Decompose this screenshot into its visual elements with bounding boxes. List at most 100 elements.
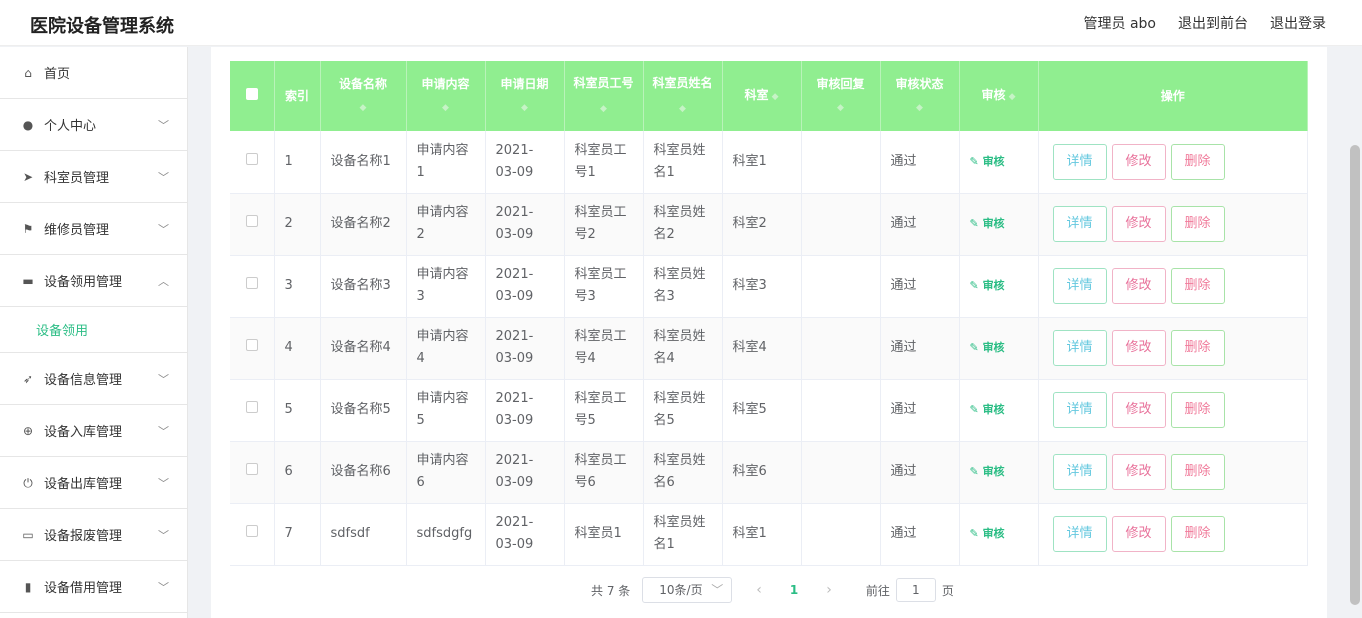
sidebar-item-label: 科室员管理	[44, 171, 110, 186]
detail-button[interactable]: 详情	[1052, 392, 1107, 428]
goto-page-input[interactable]: 1	[895, 578, 936, 602]
sort-icon[interactable]: ◆	[916, 103, 923, 113]
edit-button[interactable]: 修改	[1111, 330, 1166, 366]
row-checkbox[interactable]	[230, 441, 275, 504]
col-audit-reply[interactable]: 审核回复 ◆	[801, 61, 881, 131]
sidebar-item-label: 个人中心	[44, 119, 97, 134]
sort-icon[interactable]: ◆	[442, 103, 449, 113]
row-checkbox[interactable]	[230, 131, 275, 194]
logout-link[interactable]: 退出登录	[1270, 13, 1326, 33]
col-request-content[interactable]: 申请内容 ◆	[406, 61, 486, 131]
col-device-name[interactable]: 设备名称 ◆	[320, 61, 407, 131]
sidebar-item-5[interactable]: ➶ 设备信息管理 ﹀	[0, 353, 187, 405]
sort-icon[interactable]: ◆	[679, 104, 686, 114]
detail-button[interactable]: 详情	[1052, 143, 1107, 180]
row-checkbox[interactable]	[230, 379, 275, 442]
detail-button[interactable]: 详情	[1052, 206, 1107, 242]
sort-icon[interactable]: ◆	[521, 103, 528, 113]
submenu-item-equipment-requisition[interactable]: 设备领用	[0, 307, 187, 353]
page-size-value: 10条/页	[659, 583, 703, 597]
page-number-current[interactable]: 1	[790, 583, 798, 597]
edit-pencil-icon: ✎	[969, 279, 979, 292]
flag-icon: ⚑	[22, 221, 34, 236]
top-nav: 管理员 abo 退出到前台 退出登录	[1084, 13, 1326, 33]
edit-button[interactable]: 修改	[1111, 206, 1166, 242]
edit-button[interactable]: 修改	[1111, 454, 1166, 490]
edit-button[interactable]: 修改	[1111, 268, 1166, 304]
sidebar-item-9[interactable]: ▮ 设备借用管理 ﹀	[0, 561, 187, 613]
sidebar-item-6[interactable]: ⊕ 设备入库管理 ﹀	[0, 405, 187, 457]
row-checkbox[interactable]	[230, 255, 275, 318]
detail-button[interactable]: 详情	[1052, 454, 1107, 490]
sort-icon[interactable]: ◆	[837, 103, 844, 113]
delete-button[interactable]: 删除	[1170, 454, 1225, 490]
audit-link[interactable]: ✎ 审核	[959, 379, 1039, 442]
scrollbar[interactable]	[1350, 145, 1360, 605]
col-employee-name[interactable]: 科室员姓名 ◆	[643, 61, 723, 131]
cell-idx: 4	[274, 317, 321, 380]
edit-button[interactable]: 修改	[1111, 392, 1166, 428]
sidebar-item-3[interactable]: ⚑ 维修员管理 ﹀	[0, 203, 187, 255]
audit-link[interactable]: ✎ 审核	[959, 255, 1039, 318]
back-to-front-link[interactable]: 退出到前台	[1178, 13, 1248, 33]
cell-name: 设备名称3	[320, 255, 407, 318]
sidebar-item-0[interactable]: ⌂ 首页	[0, 47, 187, 99]
sidebar-item-label: 设备信息管理	[44, 373, 123, 388]
cell-name: 设备名称5	[320, 379, 407, 442]
col-employee-id[interactable]: 科室员工号 ◆	[564, 61, 644, 131]
col-label: 审核回复	[816, 77, 865, 91]
sort-icon[interactable]: ◆	[768, 92, 779, 102]
col-audit[interactable]: 审核 ◆	[959, 61, 1039, 131]
sidebar-item-7[interactable]: ⏻ 设备出库管理 ﹀	[0, 457, 187, 509]
user-icon: ●	[22, 117, 34, 132]
delete-button[interactable]: 删除	[1170, 516, 1225, 552]
audit-link[interactable]: ✎ 审核	[959, 317, 1039, 380]
sidebar-item-4[interactable]: ▬ 设备领用管理 ︿	[0, 255, 187, 307]
admin-user-link[interactable]: 管理员 abo	[1084, 13, 1156, 33]
cell-name: sdfsdf	[320, 503, 407, 566]
sidebar-item-1[interactable]: ● 个人中心 ﹀	[0, 99, 187, 151]
audit-link[interactable]: ✎ 审核	[959, 503, 1039, 566]
col-label: 科室员工号	[573, 76, 634, 90]
prev-page-icon[interactable]: ‹	[756, 582, 762, 598]
sort-icon[interactable]: ◆	[600, 104, 607, 114]
delete-button[interactable]: 删除	[1170, 392, 1225, 428]
col-department[interactable]: 科室 ◆	[722, 61, 802, 131]
col-label: 科室员姓名	[652, 76, 713, 90]
col-request-date[interactable]: 申请日期 ◆	[485, 61, 565, 131]
edit-button[interactable]: 修改	[1111, 516, 1166, 552]
col-label: 审核	[981, 88, 1006, 102]
sort-icon[interactable]: ◆	[1005, 92, 1016, 102]
next-page-icon[interactable]: ›	[826, 582, 832, 598]
row-actions: 详情 修改 删除	[1038, 503, 1308, 566]
edit-button[interactable]: 修改	[1111, 143, 1166, 180]
detail-button[interactable]: 详情	[1052, 268, 1107, 304]
delete-button[interactable]: 删除	[1170, 206, 1225, 242]
table-row: 7 sdfsdf sdfsdgfg 2021-03-09 科室员1 科室员姓名1 科室1 通过…	[230, 503, 1308, 566]
audit-link[interactable]: ✎ 审核	[959, 441, 1039, 504]
cell-emp_name: 科室员姓名1	[643, 503, 723, 566]
cell-status: 通过	[880, 441, 960, 504]
audit-link[interactable]: ✎ 审核	[959, 131, 1039, 194]
cell-reply	[801, 193, 881, 256]
row-actions: 详情 修改 删除	[1038, 255, 1308, 318]
col-audit-status[interactable]: 审核状态 ◆	[880, 61, 960, 131]
row-checkbox[interactable]	[230, 317, 275, 380]
audit-link[interactable]: ✎ 审核	[959, 193, 1039, 256]
detail-button[interactable]: 详情	[1052, 330, 1107, 366]
delete-button[interactable]: 删除	[1170, 330, 1225, 366]
row-actions: 详情 修改 删除	[1038, 379, 1308, 442]
page-size-select[interactable]: 10条/页 ﹀	[642, 577, 733, 603]
row-checkbox[interactable]	[230, 503, 275, 566]
audit-link-label: 审核	[982, 341, 1005, 354]
col-label: 申请日期	[500, 77, 549, 91]
cell-content: 申请内容3	[406, 255, 486, 318]
sidebar-item-2[interactable]: ➤ 科室员管理 ﹀	[0, 151, 187, 203]
select-all-checkbox[interactable]	[230, 61, 275, 131]
sort-icon[interactable]: ◆	[360, 103, 367, 113]
row-checkbox[interactable]	[230, 193, 275, 256]
delete-button[interactable]: 删除	[1170, 143, 1225, 180]
detail-button[interactable]: 详情	[1052, 516, 1107, 552]
sidebar-item-8[interactable]: ▭ 设备报废管理 ﹀	[0, 509, 187, 561]
delete-button[interactable]: 删除	[1170, 268, 1225, 304]
